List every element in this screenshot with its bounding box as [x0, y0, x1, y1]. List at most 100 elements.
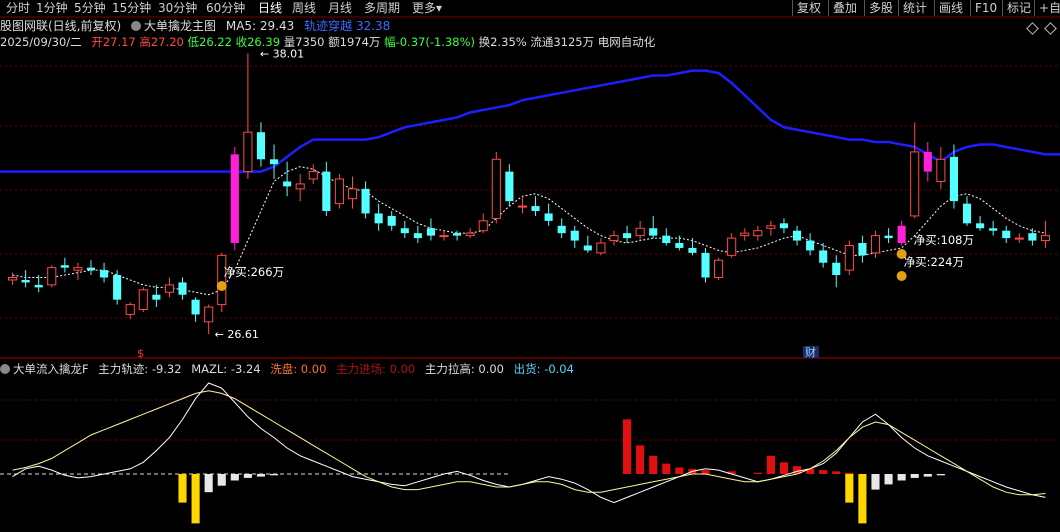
candle-body	[152, 294, 161, 300]
candle-body	[478, 220, 488, 232]
candle-body	[34, 284, 43, 288]
candle-body	[204, 306, 214, 323]
candle-body	[806, 240, 815, 251]
candle-body	[649, 228, 658, 236]
candle-body	[832, 262, 841, 276]
indicator-line-white	[12, 382, 1046, 504]
candle-body	[491, 158, 501, 219]
candle-body	[426, 228, 435, 236]
candle-body	[125, 304, 135, 315]
outflow-bar-yellow	[858, 474, 867, 524]
candle-body	[217, 254, 227, 306]
candle-body	[256, 132, 266, 160]
candle-body	[1040, 235, 1051, 242]
candle-body	[714, 259, 724, 279]
money-bag-icon	[216, 281, 227, 291]
candle-body	[269, 159, 279, 165]
candle-body	[910, 151, 920, 217]
inflow-bar-red	[636, 445, 645, 474]
candle-body	[609, 235, 619, 242]
candle-body	[858, 243, 867, 256]
candle-body	[47, 267, 57, 286]
inflow-bar-red	[675, 467, 684, 474]
candle-body	[322, 171, 331, 212]
candle-body	[413, 233, 422, 239]
candle-body	[334, 178, 344, 205]
outflow-bar-yellow	[845, 474, 854, 503]
inflow-bar-red	[819, 470, 828, 474]
candle-body	[662, 235, 671, 244]
candle-body	[465, 232, 475, 237]
inflow-bar-red	[701, 470, 710, 474]
net-buy-label: 净买:224万	[904, 255, 964, 269]
outflow-bar-white	[217, 474, 226, 486]
candle-body	[557, 225, 566, 234]
candle-body	[870, 235, 881, 254]
money-bag-icon	[896, 271, 907, 281]
outflow-bar-yellow	[178, 474, 187, 503]
outflow-bar-white	[256, 474, 266, 477]
candle-body	[295, 183, 305, 190]
outflow-bar-white	[871, 474, 880, 490]
candle-body	[1028, 233, 1037, 241]
candle-body	[230, 154, 239, 244]
candle-body	[936, 158, 946, 182]
candle-body	[347, 188, 358, 200]
outflow-bar-white	[923, 474, 932, 477]
candle-body	[792, 230, 802, 241]
dollar-marker: $	[137, 347, 144, 360]
candle-body	[923, 151, 932, 172]
candle-body	[976, 223, 985, 229]
candle-body	[60, 265, 69, 268]
candle-body	[819, 250, 828, 263]
candle-body	[949, 156, 958, 202]
low-price-label: ← 26.61	[215, 328, 259, 341]
candle-body	[570, 230, 579, 241]
candle-body	[897, 225, 906, 244]
candle-body	[361, 188, 370, 214]
candle-body	[505, 171, 514, 202]
candle-body	[164, 284, 174, 293]
outflow-bar-white	[243, 474, 252, 478]
candle-body	[439, 235, 449, 238]
inflow-bar-red	[845, 472, 854, 474]
candle-body	[86, 267, 96, 271]
candle-body	[453, 233, 462, 236]
candle-body	[544, 213, 553, 221]
inflow-bar-red	[623, 419, 632, 474]
outflow-bar-white	[204, 474, 213, 493]
candle-body	[100, 270, 109, 278]
inflow-bar-red	[766, 455, 775, 474]
outflow-bar-white	[910, 474, 919, 478]
outflow-bar-white	[884, 474, 893, 485]
candle-body	[283, 181, 292, 187]
inflow-bar-red	[662, 463, 671, 474]
candle-body	[138, 289, 148, 311]
ma-blue-line	[0, 69, 1060, 173]
candle-body	[596, 242, 606, 254]
high-price-label: ← 38.01	[260, 47, 304, 60]
finance-marker: 财	[805, 345, 816, 359]
candle-body	[1014, 237, 1024, 240]
candle-body	[962, 203, 972, 224]
candle-body	[688, 247, 697, 253]
candle-body	[7, 277, 18, 281]
candle-body	[727, 237, 737, 256]
candle-body	[635, 227, 645, 237]
candle-body	[675, 243, 684, 248]
candle-body	[766, 225, 776, 229]
inflow-bar-red	[779, 462, 789, 474]
candle-body	[844, 244, 854, 271]
inflow-bar-red	[832, 471, 841, 474]
candle-body	[701, 252, 710, 278]
outflow-bar-yellow	[191, 474, 200, 524]
candle-body	[531, 206, 540, 212]
candle-body	[387, 215, 396, 226]
net-buy-label: 净买:266万	[224, 265, 284, 279]
outflow-bar-white	[269, 474, 279, 476]
kline-chart[interactable]: ← 38.01 ← 26.61 净买:266万 净买:108万净买:224万 $ 财	[0, 0, 1060, 532]
outflow-bar-white	[230, 474, 239, 481]
inflow-bar-red	[649, 455, 658, 474]
candle-body	[1002, 230, 1011, 239]
candle-body	[753, 230, 763, 237]
